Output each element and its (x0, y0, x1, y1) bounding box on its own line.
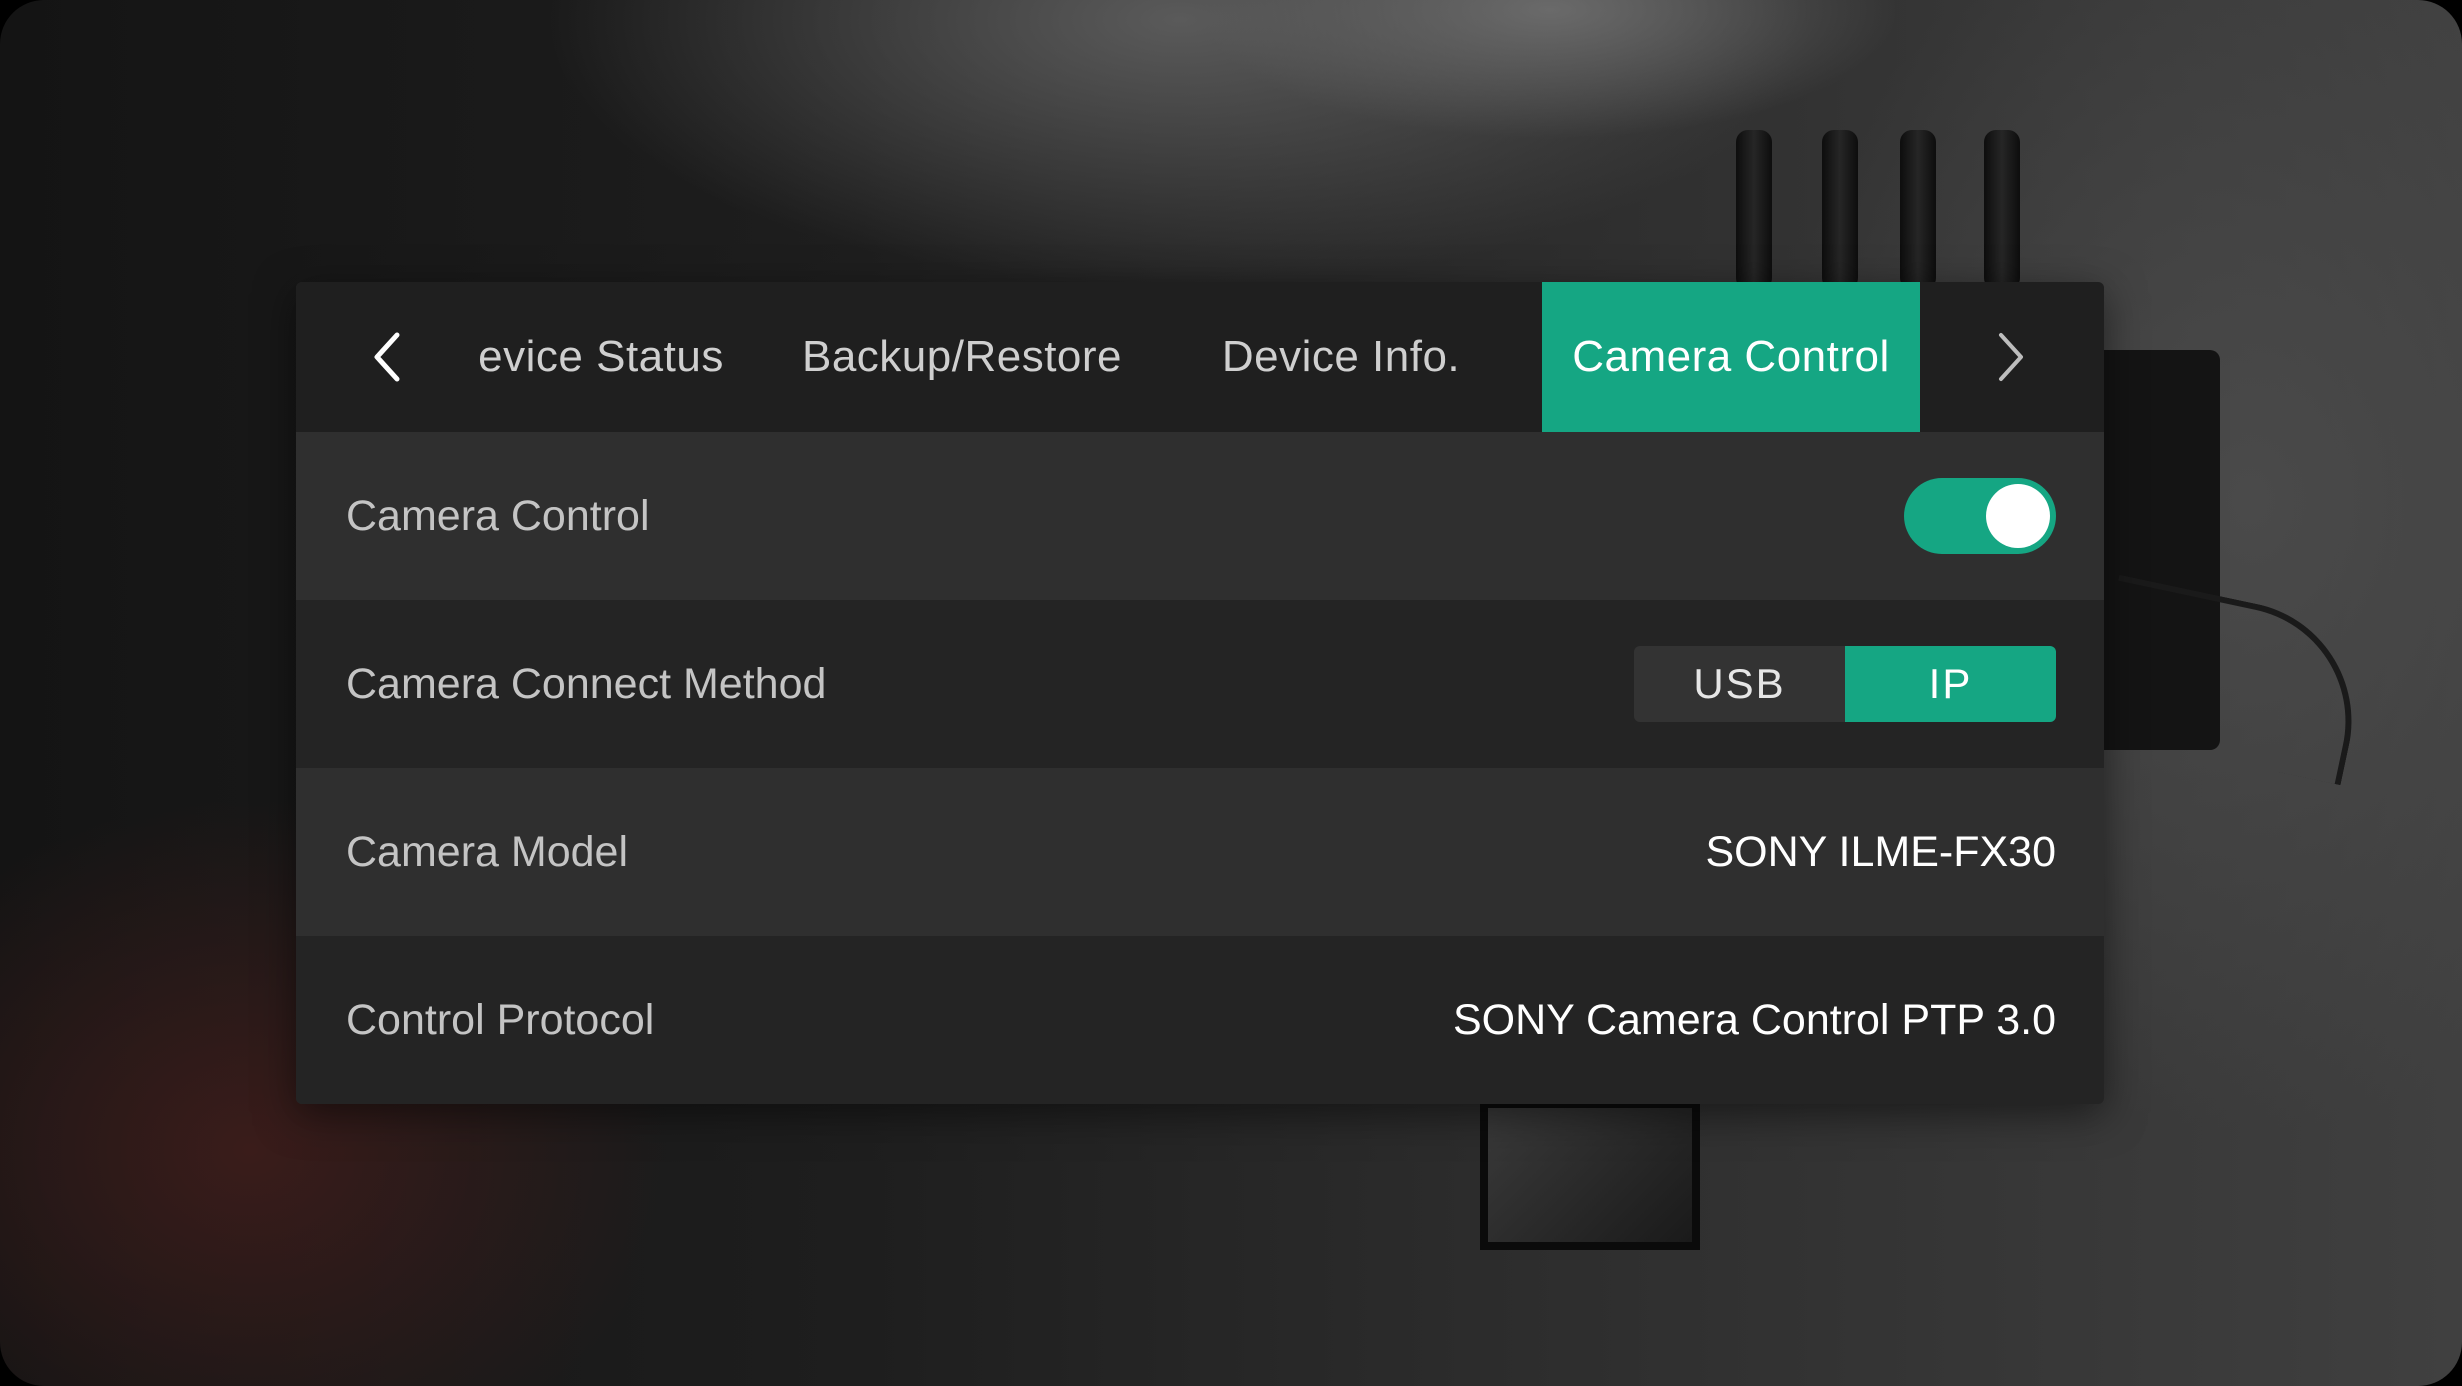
chevron-left-icon[interactable] (342, 282, 432, 432)
camera-model-value: SONY ILME-FX30 (1705, 827, 2057, 876)
tab-device-info[interactable]: Device Info. (1166, 282, 1516, 432)
background-light (1200, 0, 1900, 140)
camera-connect-method-label: Camera Connect Method (346, 659, 827, 708)
background-antenna (1822, 130, 1858, 290)
control-protocol-row: Control Protocol SONY Camera Control PTP… (296, 936, 2104, 1104)
screen: evice Status Backup/Restore Device Info.… (0, 0, 2462, 1386)
tab-device-status[interactable]: evice Status (456, 282, 746, 432)
chevron-right-icon[interactable] (1966, 282, 2056, 432)
background-monitor (1480, 1100, 1700, 1250)
tab-bar: evice Status Backup/Restore Device Info.… (296, 282, 2104, 432)
tab-camera-control[interactable]: Camera Control (1542, 282, 1920, 432)
tab-backup-restore[interactable]: Backup/Restore (782, 282, 1142, 432)
background-cable (2086, 574, 2374, 786)
control-protocol-value: SONY Camera Control PTP 3.0 (1452, 995, 2056, 1044)
background-antenna (1900, 130, 1936, 290)
camera-model-row: Camera Model SONY ILME-FX30 (296, 768, 2104, 936)
connect-method-segmented-control: USB IP (1634, 646, 2056, 722)
background-antenna (1984, 130, 2020, 290)
camera-model-label: Camera Model (346, 827, 628, 876)
camera-connect-method-row: Camera Connect Method USB IP (296, 600, 2104, 768)
camera-control-row: Camera Control (296, 432, 2104, 600)
settings-panel: evice Status Backup/Restore Device Info.… (296, 282, 2104, 1104)
connect-method-ip-option[interactable]: IP (1845, 646, 2056, 722)
control-protocol-label: Control Protocol (346, 995, 655, 1044)
camera-control-label: Camera Control (346, 491, 650, 540)
toggle-knob (1986, 484, 2050, 548)
connect-method-usb-option[interactable]: USB (1634, 646, 1845, 722)
background-antenna (1736, 130, 1772, 290)
camera-control-toggle[interactable] (1904, 478, 2056, 554)
